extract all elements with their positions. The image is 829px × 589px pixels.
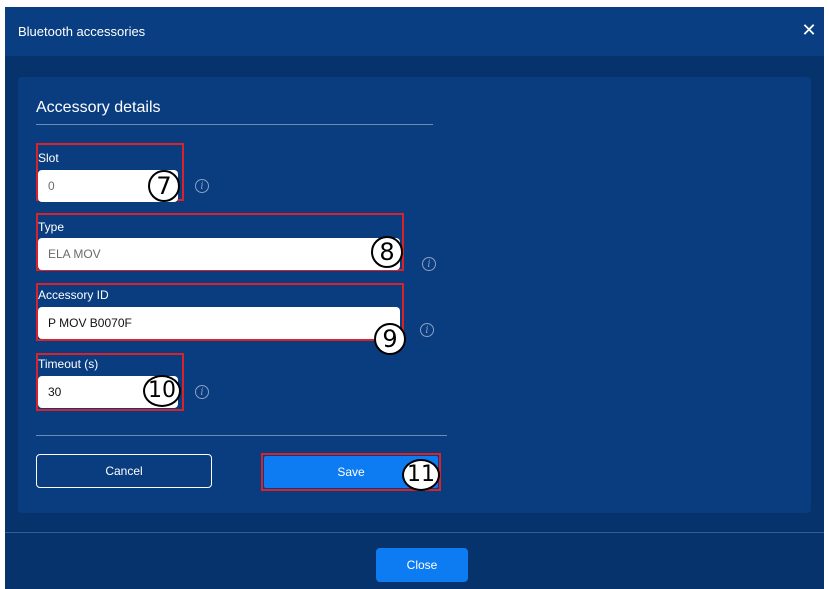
type-label: Type [38, 220, 65, 234]
info-icon[interactable]: i [420, 323, 434, 337]
close-icon[interactable]: ✕ [799, 18, 819, 42]
info-icon[interactable]: i [195, 385, 209, 399]
accessory-id-label: Accessory ID [38, 288, 109, 302]
footer-divider [5, 532, 824, 533]
step-badge-8: 8 [371, 236, 403, 268]
accessory-id-field[interactable]: P MOV B0070F [38, 307, 400, 339]
dialog-titlebar: Bluetooth accessories ✕ [5, 7, 824, 56]
info-icon[interactable]: i [195, 179, 209, 193]
form-divider [36, 435, 447, 436]
type-field[interactable]: ELA MOV [38, 238, 400, 270]
timeout-label: Timeout (s) [38, 357, 99, 371]
bluetooth-accessories-dialog: Bluetooth accessories ✕ Accessory detail… [5, 7, 824, 589]
slot-label: Slot [38, 151, 59, 165]
cancel-button[interactable]: Cancel [36, 454, 212, 488]
step-badge-9: 9 [374, 323, 406, 355]
step-badge-7: 7 [148, 170, 180, 202]
step-badge-10: 10 [143, 375, 181, 407]
info-icon[interactable]: i [422, 257, 436, 271]
section-divider [36, 124, 433, 125]
section-title: Accessory details [36, 99, 161, 116]
step-badge-11: 11 [402, 459, 440, 491]
accessory-details-panel: Accessory details Slot 0 7 i Type ELA MO… [18, 77, 811, 513]
dialog-title: Bluetooth accessories [18, 24, 146, 39]
close-button[interactable]: Close [376, 548, 468, 582]
